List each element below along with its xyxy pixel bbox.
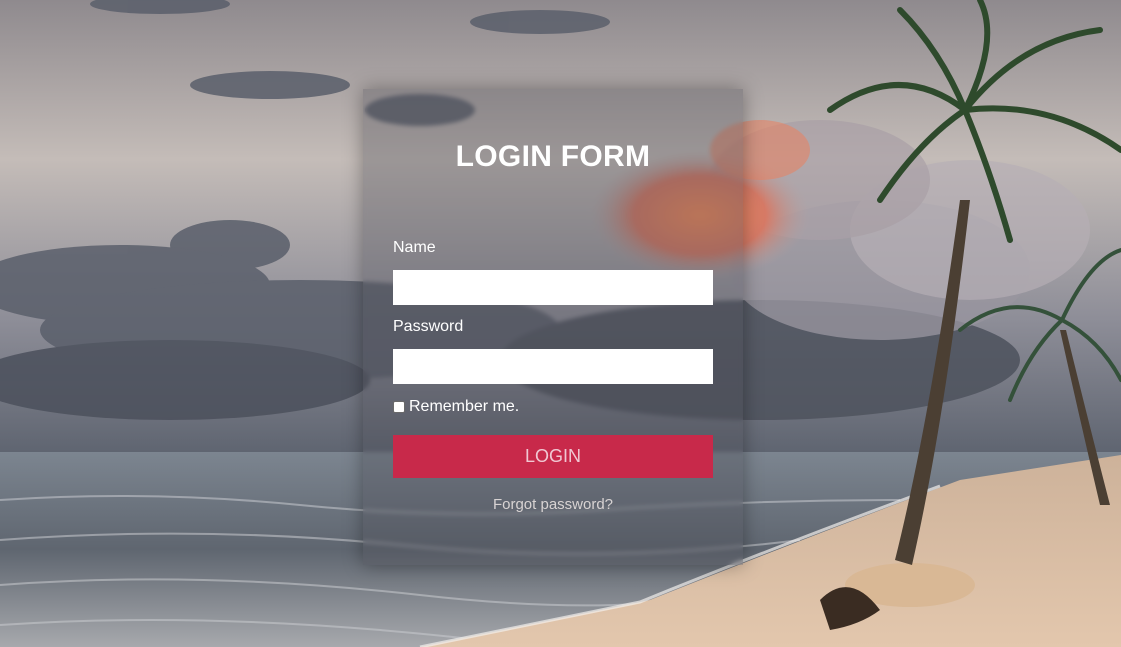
remember-me-row[interactable]: Remember me. [393,398,519,416]
name-label: Name [393,239,436,256]
login-card: LOGIN FORM Name Password Remember me. LO… [363,89,743,565]
password-label: Password [393,318,464,335]
password-input[interactable] [393,349,713,384]
login-button[interactable]: LOGIN [393,435,713,478]
form-title: LOGIN FORM [455,140,651,173]
remember-me-checkbox[interactable] [393,401,405,413]
forgot-password-link[interactable]: Forgot password? [363,496,743,513]
remember-me-label: Remember me. [409,398,520,415]
name-input[interactable] [393,270,713,305]
